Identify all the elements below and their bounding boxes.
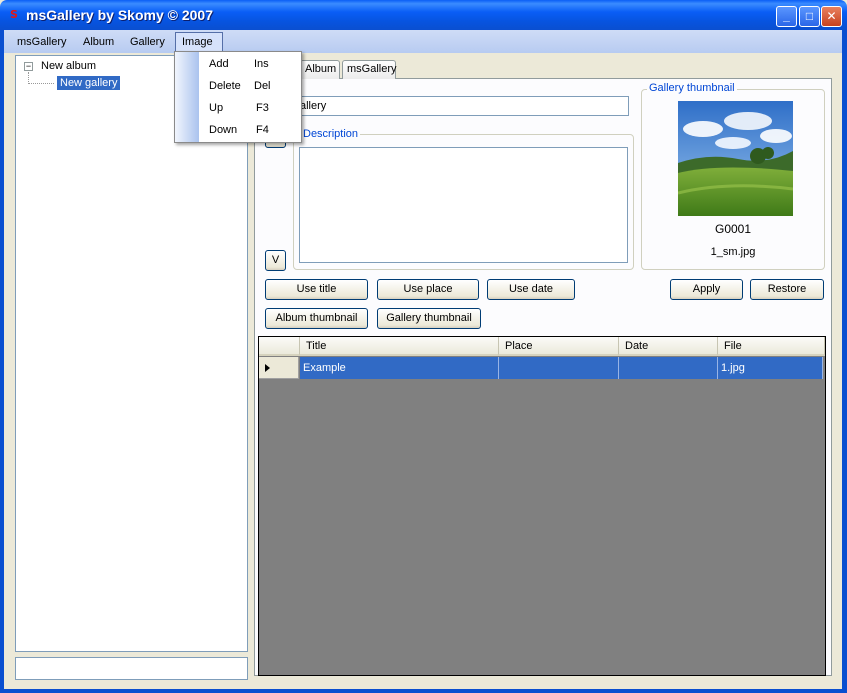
use-place-button[interactable]: Use place — [377, 279, 479, 300]
gallery-title-value: allery — [300, 100, 327, 112]
menu-shortcut-up: F3 — [256, 102, 269, 114]
menu-item-add[interactable]: Add — [209, 58, 229, 70]
current-row-arrow-icon — [265, 364, 270, 372]
menu-shortcut-delete: Del — [254, 80, 271, 92]
album-thumbnail-button[interactable]: Album thumbnail — [265, 308, 368, 329]
description-textarea[interactable] — [299, 147, 628, 263]
table-cell-title[interactable]: Example — [300, 357, 499, 379]
apply-button[interactable]: Apply — [670, 279, 743, 300]
window-frame-bottom — [0, 689, 847, 693]
v-button[interactable]: V — [265, 250, 286, 271]
menu-icon-strip — [175, 52, 199, 142]
menu-bar — [0, 30, 847, 53]
window-frame-right — [842, 30, 847, 693]
status-field[interactable] — [15, 657, 248, 680]
window-title: msGallery by Skomy © 2007 — [26, 7, 213, 23]
maximize-button[interactable]: □ — [799, 6, 820, 27]
table-cell-date[interactable] — [619, 357, 718, 379]
column-header-place[interactable]: Place — [499, 337, 619, 356]
menu-image[interactable]: Image — [182, 36, 213, 48]
menu-gallery[interactable]: Gallery — [130, 36, 165, 48]
menu-item-delete[interactable]: Delete — [209, 80, 241, 92]
tree-node-gallery[interactable]: New gallery — [57, 76, 121, 90]
tree-connector — [28, 83, 54, 84]
description-legend: Description — [301, 128, 361, 140]
restore-button[interactable]: Restore — [750, 279, 824, 300]
menu-shortcut-add: Ins — [254, 58, 269, 70]
column-header-date[interactable]: Date — [619, 337, 718, 356]
use-date-button[interactable]: Use date — [487, 279, 575, 300]
menu-item-up[interactable]: Up — [209, 102, 223, 114]
app-icon: S — [10, 8, 18, 21]
collapse-icon[interactable]: − — [24, 62, 33, 71]
gallery-thumbnail-button[interactable]: Gallery thumbnail — [377, 308, 481, 329]
table-cell-file[interactable]: 1.jpg — [718, 357, 823, 379]
tab-album[interactable]: Album — [300, 60, 340, 79]
thumbnail-file: 1_sm.jpg — [710, 246, 756, 258]
menu-album[interactable]: Album — [83, 36, 114, 48]
gallery-thumbnail-image[interactable] — [678, 101, 793, 216]
menu-item-down[interactable]: Down — [209, 124, 237, 136]
menu-shortcut-down: F4 — [256, 124, 269, 136]
gallery-title-input[interactable] — [294, 96, 629, 116]
use-title-button[interactable]: Use title — [265, 279, 368, 300]
album-tree[interactable] — [15, 55, 248, 652]
window-frame-left — [0, 30, 4, 693]
table-cell-place[interactable] — [499, 357, 619, 379]
thumbnail-name: G0001 — [714, 222, 752, 236]
tab-msgallery[interactable]: msGallery — [342, 60, 397, 79]
column-header-file[interactable]: File — [718, 337, 825, 356]
gallery-thumbnail-legend: Gallery thumbnail — [647, 82, 737, 94]
minimize-button[interactable]: _ — [776, 6, 797, 27]
images-grid[interactable] — [258, 336, 826, 676]
grid-corner-header — [259, 337, 300, 356]
column-header-title[interactable]: Title — [300, 337, 499, 356]
close-button[interactable]: ✕ — [821, 6, 842, 27]
tree-node-album[interactable]: New album — [41, 60, 96, 72]
menu-msgallery[interactable]: msGallery — [17, 36, 67, 48]
